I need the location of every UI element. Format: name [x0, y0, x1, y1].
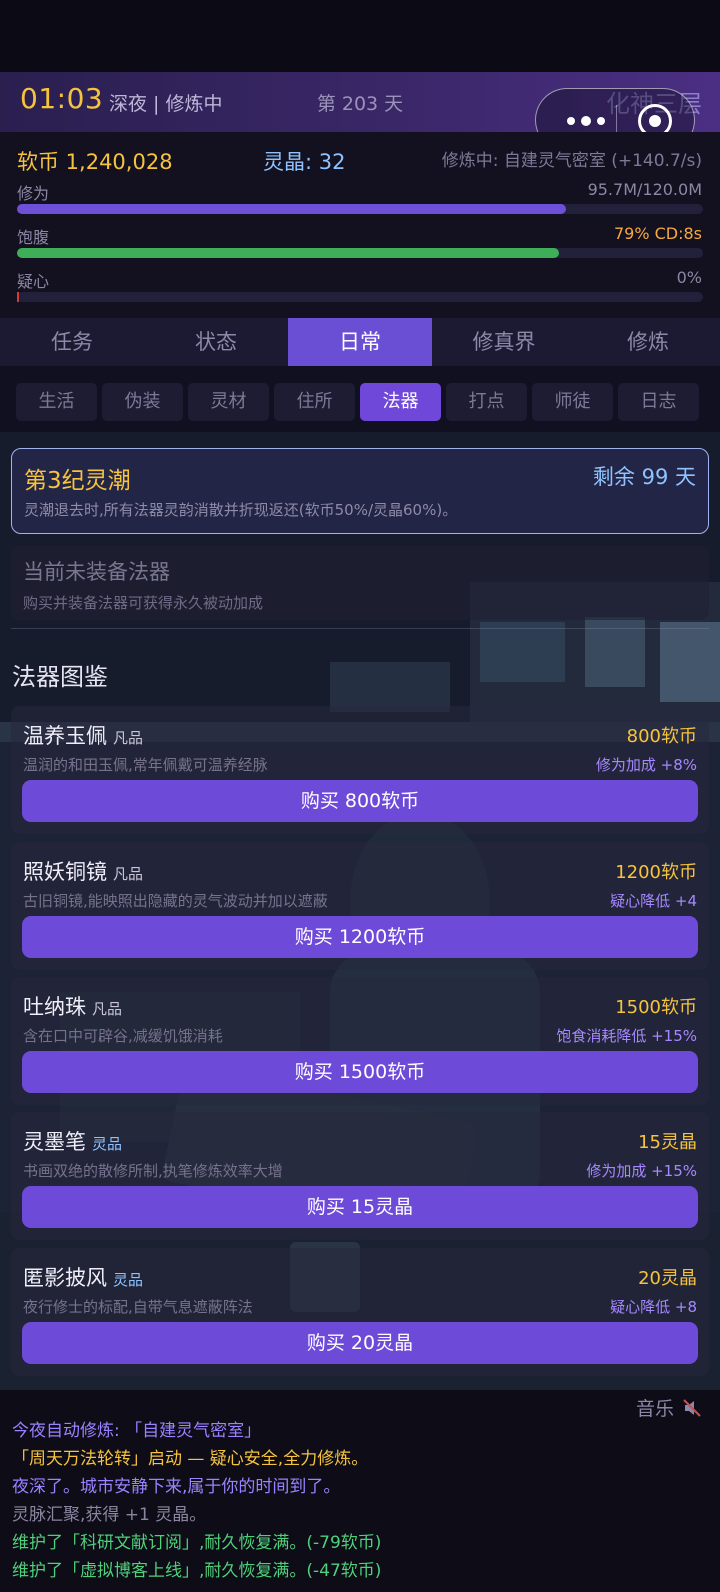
- buy-button[interactable]: 购买 20灵晶: [22, 1322, 698, 1364]
- subtab-journal[interactable]: 日志: [618, 383, 699, 421]
- artifact-desc: 含在口中可辟谷,减缓饥饿消耗: [23, 1027, 223, 1045]
- tab-cultivation-world[interactable]: 修真界: [432, 318, 576, 366]
- crystal-balance: 灵晶: 32: [263, 150, 346, 174]
- artifact-price: 20灵晶: [638, 1268, 697, 1289]
- music-toggle[interactable]: 音乐: [636, 1394, 702, 1421]
- subtab-mentorship[interactable]: 师徒: [532, 383, 613, 421]
- artifact-effect: 修为加成 +8%: [595, 756, 697, 774]
- artifact-name: 温养玉佩: [23, 724, 107, 748]
- artifact-desc: 温润的和田玉佩,常年佩戴可温养经脉: [23, 756, 268, 774]
- equipped-artifact-title: 当前未装备法器: [23, 560, 170, 584]
- catalog-title: 法器图鉴: [12, 663, 108, 691]
- subtab-disguise[interactable]: 伪装: [102, 383, 183, 421]
- cultivation-bar-fill: [17, 204, 566, 214]
- cultivation-bar-label: 修为: [17, 184, 50, 203]
- buy-button[interactable]: 购买 800软币: [22, 780, 698, 822]
- cultivation-status: 修炼中: 自建灵气密室 (+140.7/s): [441, 151, 702, 171]
- subtab-life[interactable]: 生活: [16, 383, 97, 421]
- artifact-name-row: 灵墨笔 灵品: [23, 1126, 122, 1156]
- artifact-card: 灵墨笔 灵品 15灵晶 书画双绝的散修所制,执笔修炼效率大增 修为加成 +15% …: [11, 1112, 709, 1240]
- log-line: 维护了「科研文献订阅」,耐久恢复满。(-79软币): [12, 1533, 382, 1553]
- artifact-list: 第3纪灵潮 剩余 99 天 灵潮退去时,所有法器灵韵消散并折现返还(软币50%/…: [0, 432, 720, 1390]
- music-label: 音乐: [635, 1398, 674, 1420]
- cultivation-bar-value: 95.7M/120.0M: [587, 180, 702, 199]
- tab-cultivate[interactable]: 修炼: [576, 318, 720, 366]
- artifact-card: 吐纳珠 凡品 1500软币 含在口中可辟谷,减缓饥饿消耗 饱食消耗降低 +15% …: [11, 977, 709, 1105]
- spirit-tide-desc: 灵潮退去时,所有法器灵韵消散并折现返还(软币50%/灵晶60%)。: [24, 501, 458, 519]
- log-line: 灵脉汇聚,获得 +1 灵晶。: [12, 1505, 207, 1525]
- subtab-materials[interactable]: 灵材: [188, 383, 269, 421]
- tab-tasks[interactable]: 任务: [0, 318, 144, 366]
- artifact-panel[interactable]: 第3纪灵潮 剩余 99 天 灵潮退去时,所有法器灵韵消散并折现返还(软币50%/…: [0, 432, 720, 1390]
- artifact-grade: 凡品: [113, 865, 144, 883]
- section-divider: [11, 628, 709, 629]
- satiety-bar-label: 饱腹: [17, 228, 50, 247]
- log-line: 维护了「虚拟博客上线」,耐久恢复满。(-47软币): [12, 1561, 382, 1581]
- stats-panel: 软币 1,240,028 灵晶: 32 修炼中: 自建灵气密室 (+140.7/…: [0, 132, 720, 318]
- subtab-residence[interactable]: 住所: [274, 383, 355, 421]
- artifact-grade: 灵品: [113, 1271, 144, 1289]
- artifact-effect: 饱食消耗降低 +15%: [556, 1027, 697, 1045]
- artifact-card: 温养玉佩 凡品 800软币 温润的和田玉佩,常年佩戴可温养经脉 修为加成 +8% …: [11, 706, 709, 834]
- buy-button[interactable]: 购买 1500软币: [22, 1051, 698, 1093]
- log-line: 「周天万法轮转」启动 — 疑心安全,全力修炼。: [12, 1449, 369, 1469]
- artifact-price: 1500软币: [615, 997, 697, 1018]
- suspicion-bar: [17, 292, 703, 302]
- sub-tab-bar: 生活 伪装 灵材 住所 法器 打点 师徒 日志: [0, 366, 720, 432]
- satiety-bar-fill: [17, 248, 559, 258]
- artifact-grade: 凡品: [92, 1000, 123, 1018]
- main-tab-bar: 任务 状态 日常 修真界 修炼: [0, 318, 720, 366]
- equipped-artifact-card: 当前未装备法器 购买并装备法器可获得永久被动加成: [11, 546, 709, 620]
- tab-daily[interactable]: 日常: [288, 318, 432, 366]
- artifact-name-row: 照妖铜镜 凡品: [23, 856, 143, 886]
- status-strip: [0, 0, 720, 72]
- buy-button[interactable]: 购买 15灵晶: [22, 1186, 698, 1228]
- event-log[interactable]: 音乐 今夜自动修炼: 「自建灵气密室」 「周天万法轮转」启动 — 疑心安全,全力…: [0, 1390, 720, 1592]
- artifact-name-row: 匿影披风 灵品: [23, 1262, 143, 1292]
- artifact-desc: 古旧铜镜,能映照出隐藏的灵气波动并加以遮蔽: [23, 892, 328, 910]
- artifact-grade: 凡品: [113, 729, 144, 747]
- artifact-grade: 灵品: [92, 1135, 123, 1153]
- speaker-muted-icon: [683, 1398, 701, 1417]
- tab-status[interactable]: 状态: [144, 318, 288, 366]
- log-line: 夜深了。城市安静下来,属于你的时间到了。: [12, 1477, 341, 1497]
- artifact-card: 匿影披风 灵品 20灵晶 夜行修士的标配,自带气息遮蔽阵法 疑心降低 +8 购买 …: [11, 1248, 709, 1376]
- subtab-bribes[interactable]: 打点: [446, 383, 527, 421]
- satiety-bar-value: 79% CD:8s: [613, 224, 702, 243]
- artifact-desc: 书画双绝的散修所制,执笔修炼效率大增: [23, 1162, 283, 1180]
- log-line: 今夜自动修炼: 「自建灵气密室」: [12, 1421, 262, 1441]
- artifact-desc: 夜行修士的标配,自带气息遮蔽阵法: [23, 1298, 253, 1316]
- artifact-price: 800软币: [626, 726, 697, 747]
- artifact-name: 吐纳珠: [23, 995, 86, 1019]
- artifact-price: 15灵晶: [638, 1132, 697, 1153]
- spirit-tide-remaining: 剩余 99 天: [592, 465, 696, 489]
- artifact-name: 照妖铜镜: [23, 860, 107, 884]
- artifact-effect: 疑心降低 +4: [610, 892, 697, 910]
- artifact-effect: 修为加成 +15%: [586, 1162, 697, 1180]
- artifact-name-row: 温养玉佩 凡品: [23, 720, 143, 750]
- spirit-tide-card: 第3纪灵潮 剩余 99 天 灵潮退去时,所有法器灵韵消散并折现返还(软币50%/…: [11, 448, 709, 534]
- artifact-name: 灵墨笔: [23, 1130, 86, 1154]
- satiety-bar: [17, 248, 703, 258]
- artifact-card: 照妖铜镜 凡品 1200软币 古旧铜镜,能映照出隐藏的灵气波动并加以遮蔽 疑心降低…: [11, 842, 709, 970]
- equipped-artifact-desc: 购买并装备法器可获得永久被动加成: [23, 594, 264, 612]
- artifact-name: 匿影披风: [23, 1266, 107, 1290]
- artifact-price: 1200软币: [615, 862, 697, 883]
- suspicion-bar-value: 0%: [676, 268, 702, 287]
- app-root: 01:03 深夜 | 修炼中 第 203 天 化神三层 软币 1,240,028…: [0, 0, 720, 1592]
- cultivation-bar: [17, 204, 703, 214]
- coin-balance: 软币 1,240,028: [17, 150, 173, 174]
- subtab-artifacts[interactable]: 法器: [360, 383, 441, 421]
- suspicion-bar-fill: [17, 292, 19, 302]
- spirit-tide-title: 第3纪灵潮: [24, 468, 131, 494]
- suspicion-bar-label: 疑心: [17, 272, 50, 291]
- artifact-effect: 疑心降低 +8: [610, 1298, 697, 1316]
- artifact-name-row: 吐纳珠 凡品: [23, 991, 122, 1021]
- buy-button[interactable]: 购买 1200软币: [22, 916, 698, 958]
